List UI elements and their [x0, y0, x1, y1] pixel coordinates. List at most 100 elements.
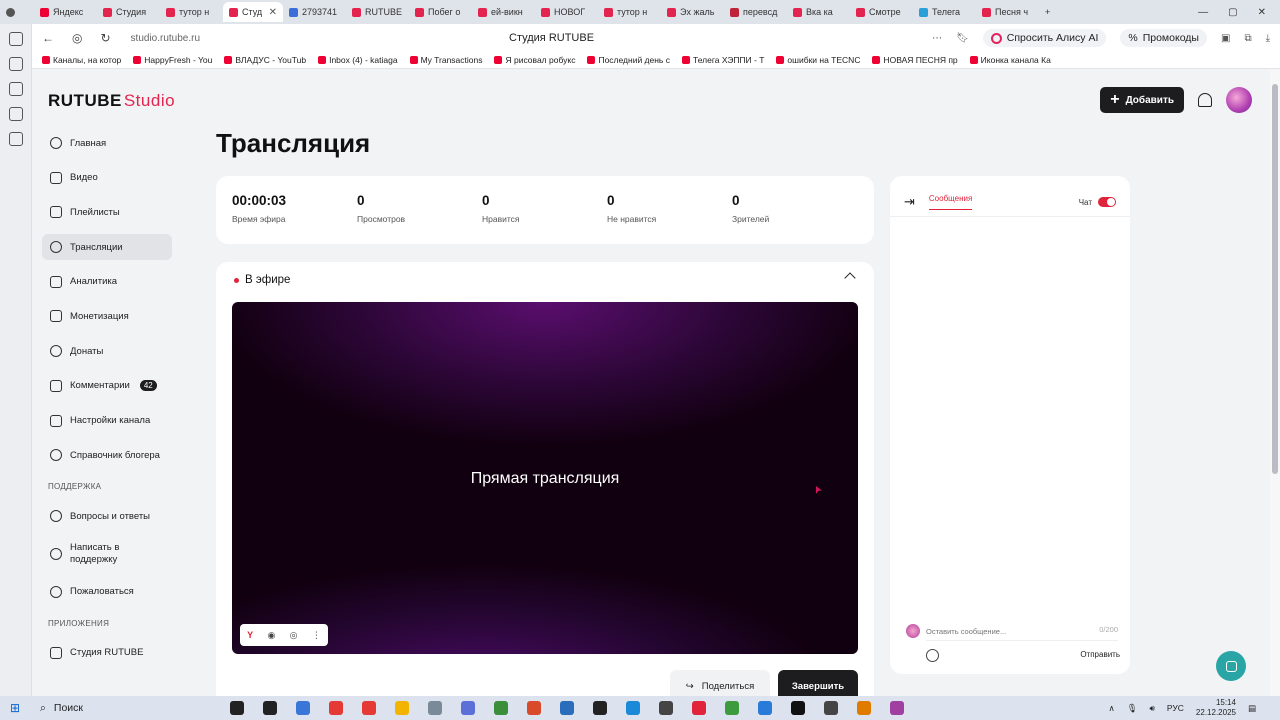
taskbar-app-icon[interactable]: [559, 701, 574, 715]
sidebar-item[interactable]: Комментарии 42: [42, 373, 172, 399]
taskbar-app-icon[interactable]: [427, 701, 442, 715]
bookmark-item[interactable]: Последний день с: [587, 55, 670, 65]
taskbar-app-icon[interactable]: [526, 701, 541, 715]
browser-tab[interactable]: ей-викн: [472, 2, 535, 22]
bookmark-item[interactable]: Телега ХЭППИ - T: [681, 55, 764, 65]
close-tab-icon[interactable]: ✕: [269, 7, 277, 18]
browser-tab[interactable]: Смотре: [850, 2, 913, 22]
support-item[interactable]: Написать в поддержку: [42, 538, 172, 570]
taskbar-app-icon[interactable]: [493, 701, 508, 715]
bookmark-item[interactable]: ошибки на TECNC: [776, 55, 860, 65]
browser-tab[interactable]: 2793741: [283, 2, 346, 22]
sidebar-item[interactable]: Монетизация: [42, 303, 172, 329]
taskbar-search[interactable]: ⌕ Поиск: [30, 696, 220, 720]
support-chat-button[interactable]: [1216, 651, 1246, 681]
more-icon[interactable]: ⋯: [932, 33, 942, 44]
notifications-icon[interactable]: ▤: [1248, 703, 1256, 714]
video-player[interactable]: Прямая трансляция Y ◉ ◎ ⋮: [232, 302, 858, 654]
bookmark-item[interactable]: Каналы, на котор: [42, 55, 121, 65]
browser-tab[interactable]: перевсд: [724, 2, 787, 22]
emoji-icon[interactable]: [926, 649, 939, 662]
side-rail-icon[interactable]: [8, 107, 23, 121]
taskbar-app-icon[interactable]: [658, 701, 673, 715]
collapse-chat-icon[interactable]: ⇥: [904, 194, 915, 210]
bookmark-item[interactable]: ВЛАДУС - YouTub: [224, 55, 306, 65]
chat-toggle[interactable]: [1098, 197, 1116, 207]
browser-tab[interactable]: НОВОГ: [535, 2, 598, 22]
taskbar-app-icon[interactable]: [625, 701, 640, 715]
chat-message-input[interactable]: [926, 623, 1118, 641]
taskbar-app-icon[interactable]: [889, 701, 904, 715]
sidebar-item[interactable]: Донаты: [42, 338, 172, 364]
browser-tab[interactable]: тутор н: [160, 2, 223, 22]
add-button[interactable]: + Добавить: [1100, 87, 1184, 113]
taskbar-app-icon[interactable]: [724, 701, 739, 715]
taskbar-app-icon[interactable]: [229, 701, 244, 715]
app-item[interactable]: Студия RUTUBE: [42, 640, 172, 666]
side-rail-icon[interactable]: [8, 57, 23, 71]
maximize-icon[interactable]: ▢: [1228, 7, 1237, 18]
rutube-studio-logo[interactable]: RUTUBE Studio: [48, 91, 175, 111]
browser-tab[interactable]: Студ ✕: [223, 2, 283, 22]
taskbar-app-icon[interactable]: [394, 701, 409, 715]
taskbar-app-icon[interactable]: [856, 701, 871, 715]
browser-tab[interactable]: Побег о: [409, 2, 472, 22]
side-rail-icon[interactable]: [8, 82, 23, 96]
url-field[interactable]: studio.rutube.ru: [131, 33, 201, 44]
alice-button[interactable]: Спросить Алису AI: [982, 29, 1107, 47]
side-rail-icon[interactable]: [8, 32, 23, 46]
sidebar-item[interactable]: Аналитика: [42, 269, 172, 295]
sidebar-item[interactable]: Главная: [42, 130, 172, 156]
taskbar-app-icon[interactable]: [691, 701, 706, 715]
sidebar-item[interactable]: Настройки канала: [42, 408, 172, 434]
taskbar-app-icon[interactable]: [592, 701, 607, 715]
sidebar-item[interactable]: Справочник блогера: [42, 442, 172, 468]
protect-icon[interactable]: ◎: [72, 31, 82, 45]
bookmark-icon[interactable]: 🔖︎: [956, 33, 969, 44]
avatar[interactable]: [1226, 87, 1252, 113]
eye-icon[interactable]: ◉: [267, 630, 275, 641]
tray-arrow-icon[interactable]: ∧: [1109, 703, 1115, 714]
support-item[interactable]: Вопросы и ответы: [42, 503, 172, 529]
volume-icon[interactable]: 🔊︎: [1150, 703, 1155, 714]
bookmark-item[interactable]: Я рисовал робукс: [494, 55, 575, 65]
taskbar-app-icon[interactable]: [757, 701, 772, 715]
clock[interactable]: 15:14 22.12.2025: [1196, 698, 1236, 718]
browser-profile-icon[interactable]: [0, 2, 34, 22]
browser-tab[interactable]: Вка ка: [787, 2, 850, 22]
bell-icon[interactable]: [1198, 93, 1212, 107]
support-item[interactable]: Пожаловаться: [42, 579, 172, 605]
language-indicator[interactable]: РУС: [1167, 703, 1184, 713]
bookmark-item[interactable]: My Transactions: [409, 55, 482, 65]
mic-icon[interactable]: 🎙︎: [1127, 703, 1138, 714]
browser-tab[interactable]: Телега: [913, 2, 976, 22]
browser-tab[interactable]: RUTUBE: [346, 2, 409, 22]
bookmark-item[interactable]: НОВАЯ ПЕСНЯ пр: [872, 55, 958, 65]
reload-icon[interactable]: ↻: [100, 31, 110, 45]
side-rail-icon[interactable]: [8, 132, 23, 146]
sidebar-item[interactable]: Трансляции: [42, 234, 172, 261]
page-scrollbar[interactable]: [1270, 70, 1280, 696]
close-window-icon[interactable]: ✕: [1258, 7, 1266, 18]
download-icon[interactable]: ⤓: [1266, 33, 1270, 44]
yandex-icon[interactable]: Y: [247, 630, 253, 640]
promo-button[interactable]: % Промокоды: [1120, 29, 1207, 47]
windows-start-icon[interactable]: ⊞: [0, 701, 30, 715]
browser-tab[interactable]: тутор н: [598, 2, 661, 22]
collapse-chevron-icon[interactable]: [844, 272, 856, 284]
tab-messages[interactable]: Сообщения: [928, 194, 973, 210]
screenshot-icon[interactable]: ◎: [290, 630, 298, 641]
taskbar-app-icon[interactable]: [460, 701, 475, 715]
browser-tab[interactable]: Эх жаль: [661, 2, 724, 22]
sidebar-item[interactable]: Видео: [42, 165, 172, 191]
bookmark-item[interactable]: HappyFresh - You: [133, 55, 212, 65]
taskbar-app-icon[interactable]: [823, 701, 838, 715]
minimize-icon[interactable]: —: [1198, 7, 1208, 18]
more-vert-icon[interactable]: ⋮: [312, 630, 321, 641]
taskbar-app-icon[interactable]: [295, 701, 310, 715]
taskbar-app-icon[interactable]: [262, 701, 277, 715]
new-tab-icon[interactable]: +: [1039, 2, 1059, 22]
back-icon[interactable]: ←: [42, 31, 54, 45]
bookmark-item[interactable]: Иконка канала Ка: [969, 55, 1051, 65]
collections-icon[interactable]: ⧉: [1244, 33, 1251, 44]
